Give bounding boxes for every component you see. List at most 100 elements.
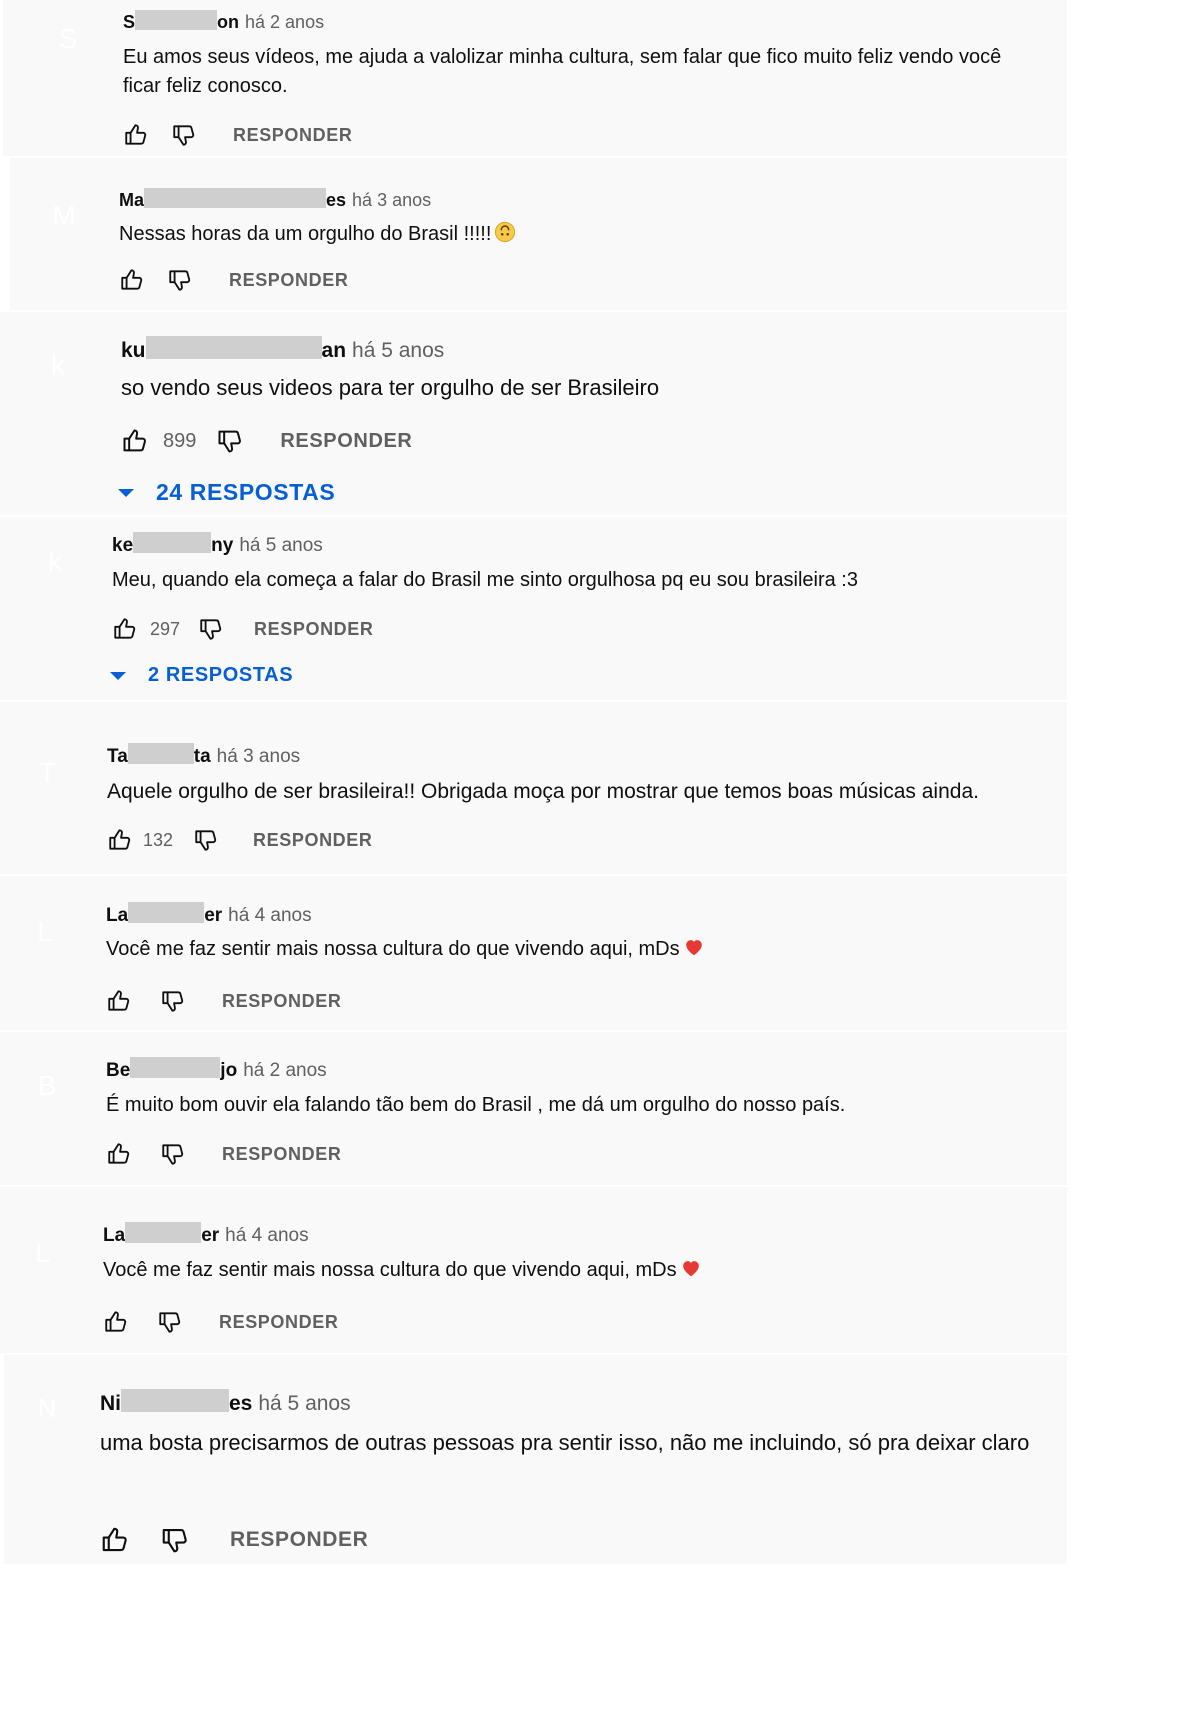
author-name-end[interactable]: ny [211,535,233,556]
thumb-down-icon[interactable] [171,122,197,148]
comment-body: so vendo seus videos para ter orgulho de… [121,375,660,400]
avatar-initial: S [58,23,78,54]
comment-thread: k ke ny há 5 anos Meu, quando ela começa a f… [0,517,1067,700]
avatar[interactable]: L [12,899,78,965]
thumb-down-icon[interactable] [160,988,186,1014]
author-name-start[interactable]: Ni [100,1392,121,1415]
author-name-end[interactable]: es [326,190,346,210]
comment-timestamp[interactable]: há 2 anos [243,1060,326,1081]
comment-actions: RESPONDER [123,122,352,148]
author-name-start[interactable]: La [106,905,128,926]
comment-actions: 297 RESPONDER [112,616,373,642]
reply-button[interactable]: RESPONDER [229,270,348,291]
redacted-name-block [133,532,212,553]
author-name-start[interactable]: Ma [119,190,144,210]
caret-down-icon [118,488,134,497]
avatar[interactable]: T [14,740,80,806]
reply-button[interactable]: RESPONDER [222,1144,341,1165]
thumb-up-icon[interactable] [100,1525,130,1555]
thumb-down-icon[interactable] [160,1525,190,1555]
author-name-end[interactable]: jo [220,1060,237,1081]
thumb-up-icon[interactable] [121,427,149,455]
thumb-up-icon[interactable] [106,988,132,1014]
comment-timestamp[interactable]: há 5 anos [258,1392,350,1415]
redacted-name-block [135,10,218,30]
author-name-start[interactable]: Be [106,1060,130,1081]
comment-actions: 899 RESPONDER [121,427,412,455]
comment-thread: L La er há 4 anos Você me faz sentir mais no… [0,1187,1067,1353]
redacted-name-block [125,1222,202,1243]
author-name-end[interactable]: ta [194,746,211,767]
red-heart-emoji [683,938,705,960]
author-name-end[interactable]: an [322,339,347,362]
comment-timestamp[interactable]: há 5 anos [239,535,322,556]
avatar-initial: L [35,1237,51,1268]
author-name-end[interactable]: er [204,905,222,926]
comment-text: Você me faz sentir mais nossa cultura do… [103,1256,1003,1285]
comment-thread: T Ta ta há 3 anos Aquele orgulho de ser bras… [0,702,1067,874]
view-replies-button[interactable]: 24 RESPOSTAS [118,479,335,506]
author-name-start[interactable]: S [123,12,135,32]
thumb-up-icon[interactable] [107,827,133,853]
comment-text: Meu, quando ela começa a falar do Brasil… [112,566,1062,595]
comment-feed: S Son há 2 anos Eu amos seus vídeos, me aju… [0,0,1181,1735]
comment-text: Nessas horas da um orgulho do Brasil !!!… [119,220,1019,249]
like-count: 899 [163,429,197,452]
author-name-start[interactable]: ke [112,535,133,556]
reply-button[interactable]: RESPONDER [222,991,341,1012]
thumb-up-icon[interactable] [119,267,145,293]
thumb-up-icon[interactable] [103,1309,129,1335]
avatar-initial: k [50,349,66,382]
reply-button[interactable]: RESPONDER [280,430,412,453]
author-name-end[interactable]: on [217,12,239,32]
view-replies-button[interactable]: 2 RESPOSTAS [110,664,293,687]
reply-button[interactable]: RESPONDER [254,619,373,640]
avatar-initial: M [52,200,76,231]
comment-header: Son há 2 anos [123,10,324,34]
like-count: 297 [150,618,181,639]
author-name-end[interactable]: er [201,1225,219,1246]
thumb-down-icon[interactable] [160,1141,186,1167]
thumb-up-icon[interactable] [123,122,149,148]
reply-button[interactable]: RESPONDER [219,1312,338,1333]
author-name-start[interactable]: Ta [107,746,128,767]
avatar[interactable]: L [10,1220,76,1286]
comment-header: Be jo há 2 anos [106,1057,327,1083]
replies-count-label: 2 RESPOSTAS [148,664,294,686]
comment-timestamp[interactable]: há 3 anos [217,746,300,767]
thumb-up-icon[interactable] [106,1141,132,1167]
comment-thread: N Ni es há 5 anos uma bosta precisarmos de o… [4,1355,1067,1564]
thumb-up-icon[interactable] [112,616,138,642]
avatar-initial: T [38,757,56,788]
reply-button[interactable]: RESPONDER [230,1528,368,1552]
reply-button[interactable]: RESPONDER [253,830,372,851]
thumb-down-icon[interactable] [198,616,224,642]
comment-body: Meu, quando ela começa a falar do Brasil… [112,569,858,591]
thumb-down-icon[interactable] [167,267,193,293]
avatar-initial: B [37,1070,57,1101]
thumb-down-icon[interactable] [157,1309,183,1335]
avatar[interactable]: N [24,1385,70,1431]
comment-body: uma bosta precisarmos de outras pessoas … [100,1430,1030,1455]
author-name-start[interactable]: ku [121,339,146,362]
comment-timestamp[interactable]: há 5 anos [352,339,444,362]
comment-body: Você me faz sentir mais nossa cultura do… [103,1259,677,1281]
thumb-down-icon[interactable] [216,427,244,455]
avatar[interactable]: k [22,330,94,402]
thumb-down-icon[interactable] [193,827,219,853]
comment-timestamp[interactable]: há 3 anos [352,190,431,210]
author-name-start[interactable]: La [103,1225,125,1246]
author-name-end[interactable]: es [229,1392,252,1415]
comment-text: É muito bom ouvir ela falando tão bem do… [106,1091,1006,1120]
avatar[interactable]: k [23,530,87,594]
avatar[interactable]: M [34,186,94,246]
comment-timestamp[interactable]: há 4 anos [225,1225,308,1246]
reply-button[interactable]: RESPONDER [233,125,352,146]
comment-thread: M Ma es há 3 anos Nessas horas da um orgulho… [10,158,1067,310]
avatar[interactable]: S [36,7,100,71]
comment-actions: RESPONDER [100,1525,368,1555]
comment-timestamp[interactable]: há 4 anos [228,905,311,926]
comment-header: La er há 4 anos [106,902,312,928]
comment-timestamp[interactable]: há 2 anos [245,12,324,32]
avatar[interactable]: B [14,1053,80,1119]
